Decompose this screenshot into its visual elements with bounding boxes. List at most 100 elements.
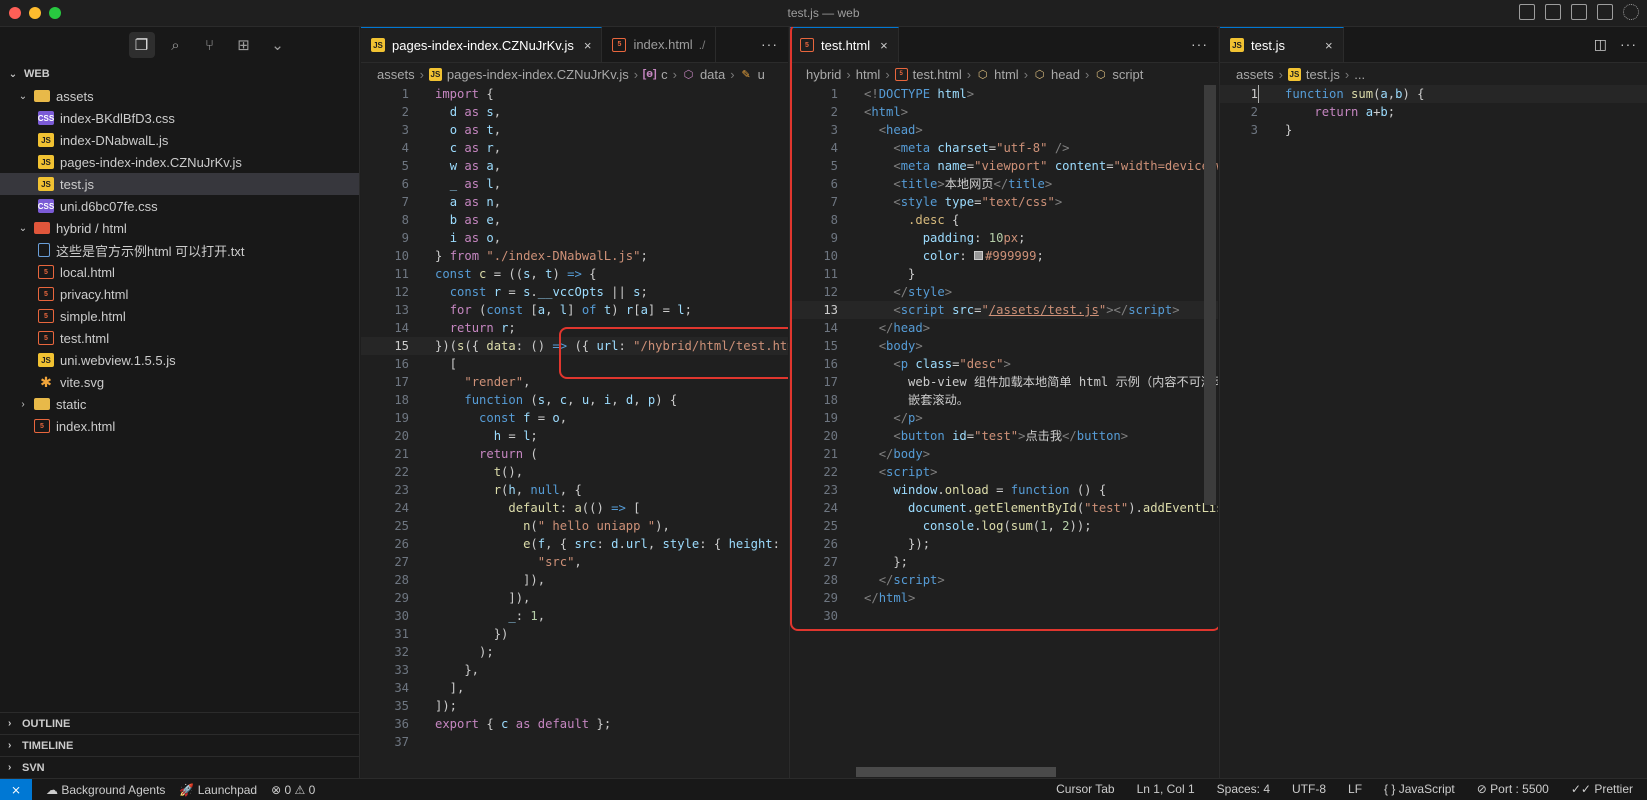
html-file-icon: 5	[800, 38, 814, 52]
source-control-icon[interactable]: ⑂	[197, 32, 223, 58]
code-editor[interactable]: 1 <!DOCTYPE html> 2 <html> 3 <head> 4 <met…	[790, 85, 1218, 625]
breadcrumb-item[interactable]: c	[661, 67, 668, 82]
explorer-root[interactable]: ⌄ WEB	[0, 63, 359, 85]
breadcrumb-item[interactable]: assets	[1236, 67, 1274, 82]
toggle-sidebar-icon[interactable]	[1519, 4, 1535, 20]
breadcrumb-item[interactable]: test.js	[1306, 67, 1340, 82]
tree-item-label: local.html	[60, 264, 115, 280]
timeline-section[interactable]: › TIMELINE	[0, 734, 359, 756]
tree-file[interactable]: CSS index-BKdlBfD3.css	[0, 107, 359, 129]
customize-layout-icon[interactable]	[1597, 4, 1613, 20]
tree-file[interactable]: 5 privacy.html	[0, 283, 359, 305]
html-file-icon: 5	[38, 309, 54, 323]
chevron-right-icon: ›	[21, 398, 25, 410]
tab-index-html[interactable]: 5 index.html ./	[602, 27, 717, 62]
tab-test-js[interactable]: JS test.js ×	[1220, 27, 1344, 62]
minimize-window-button[interactable]	[29, 7, 41, 19]
toggle-panel-icon[interactable]	[1545, 4, 1561, 20]
close-tab-icon[interactable]: ×	[584, 38, 592, 53]
language-mode-item[interactable]: { } JavaScript	[1384, 782, 1455, 796]
tab-label: index.html	[633, 37, 693, 52]
js-file-icon: JS	[1287, 67, 1301, 81]
problems-item[interactable]: ⊗ 0 ⚠ 0	[271, 783, 315, 797]
search-icon[interactable]: ⌕	[163, 32, 189, 58]
html-file-icon: 5	[894, 67, 908, 81]
folder-red-file-icon	[34, 222, 50, 234]
cursor-position-item[interactable]: Ln 1, Col 1	[1137, 782, 1195, 796]
background-agents-item[interactable]: ☁ Background Agents	[46, 783, 165, 797]
close-tab-icon[interactable]: ×	[880, 38, 888, 53]
maximize-window-button[interactable]	[49, 7, 61, 19]
breadcrumb-item[interactable]: script	[1112, 67, 1143, 82]
tree-file[interactable]: 5 simple.html	[0, 305, 359, 327]
breadcrumb-item[interactable]: u	[758, 67, 765, 82]
more-actions-icon[interactable]: ···	[1620, 36, 1637, 53]
remote-indicator-icon[interactable]: ⨯	[0, 778, 32, 800]
vertical-scrollbar[interactable]	[1204, 85, 1216, 505]
close-window-button[interactable]	[9, 7, 21, 19]
breadcrumb-item[interactable]: assets	[377, 67, 415, 82]
svg-file-icon: ✱	[40, 373, 52, 390]
chevron-down-icon[interactable]: ⌄	[265, 32, 291, 58]
tab-label: test.html	[821, 37, 871, 53]
js-file-icon: JS	[428, 67, 442, 81]
port-item[interactable]: ⊘ Port : 5500	[1477, 782, 1549, 796]
more-actions-icon[interactable]: ···	[761, 36, 778, 52]
tree-file[interactable]: JS pages-index-index.CZNuJrKv.js	[0, 151, 359, 173]
tree-file[interactable]: 5 test.html	[0, 327, 359, 349]
breadcrumb: assets › JS test.js › ...	[1236, 66, 1366, 82]
tree-file[interactable]: ✱ vite.svg	[0, 371, 359, 393]
split-editor-icon[interactable]: ◫	[1594, 36, 1608, 53]
tree-file[interactable]: CSS uni.d6bc07fe.css	[0, 195, 359, 217]
section-label: SVN	[22, 761, 45, 774]
toggle-secondary-sidebar-icon[interactable]	[1571, 4, 1587, 20]
html-file-icon: 5	[612, 37, 627, 52]
code-editor[interactable]: 1 function sum(a,b) { 2 return a+b; 3}	[1220, 85, 1647, 139]
indentation-item[interactable]: Spaces: 4	[1217, 782, 1270, 796]
tree-file[interactable]: JS index-DNabwalL.js	[0, 129, 359, 151]
tree-folder[interactable]: ⌄ hybrid / html	[0, 217, 359, 239]
breadcrumb-item[interactable]: pages-index-index.CZNuJrKv.js	[447, 67, 629, 82]
breadcrumb-item[interactable]: data	[700, 67, 725, 82]
prettier-item[interactable]: ✓✓ Prettier	[1571, 782, 1633, 796]
html-file-icon: 5	[38, 287, 54, 301]
tree-file[interactable]: 5 index.html	[0, 415, 359, 437]
tree-folder[interactable]: › static	[0, 393, 359, 415]
tree-file[interactable]: JS test.js	[0, 173, 359, 195]
outline-section[interactable]: › OUTLINE	[0, 712, 359, 734]
editor-group-3: JS test.js × ◫ ··· assets › JS test.js › ..…	[1219, 27, 1647, 778]
tab-bar: 5 test.html × ···	[790, 27, 1218, 63]
tab-test-html[interactable]: 5 test.html ×	[790, 27, 899, 62]
horizontal-scrollbar[interactable]	[856, 767, 1056, 777]
cursor-tab-item[interactable]: Cursor Tab	[1056, 782, 1114, 796]
breadcrumb-item[interactable]: html	[994, 67, 1019, 82]
explorer-files-icon[interactable]: ❐	[128, 32, 155, 58]
variable-symbol-icon: [ɵ]	[642, 68, 657, 80]
tree-file[interactable]: JS uni.webview.1.5.5.js	[0, 349, 359, 371]
settings-gear-icon[interactable]	[1623, 4, 1639, 20]
tree-folder[interactable]: ⌄ assets	[0, 85, 359, 107]
status-right: Cursor Tab Ln 1, Col 1 Spaces: 4 UTF-8 L…	[1056, 782, 1633, 796]
eol-item[interactable]: LF	[1348, 782, 1362, 796]
breadcrumb-item[interactable]: ...	[1354, 67, 1365, 82]
code-editor[interactable]: 1 import { 2 d as s, 3 o as t, 4 c as r, …	[361, 85, 788, 751]
more-actions-icon[interactable]: ···	[1191, 36, 1208, 52]
tab-label: test.js	[1251, 37, 1285, 53]
tree-file[interactable]: 5 local.html	[0, 261, 359, 283]
svn-section[interactable]: › SVN	[0, 756, 359, 778]
breadcrumb-item[interactable]: html	[856, 67, 881, 82]
tab-pages-index[interactable]: JS pages-index-index.CZNuJrKv.js ×	[361, 27, 603, 62]
launchpad-item[interactable]: 🚀 Launchpad	[179, 783, 257, 797]
encoding-item[interactable]: UTF-8	[1292, 782, 1326, 796]
breadcrumb-item[interactable]: test.html	[913, 67, 962, 82]
extensions-icon[interactable]: ⊞	[231, 32, 257, 58]
breadcrumb-item[interactable]: hybrid	[806, 67, 841, 82]
css-file-icon: CSS	[38, 199, 54, 213]
chevron-down-icon: ⌄	[18, 90, 28, 102]
tree-item-label: test.js	[60, 176, 94, 192]
tree-file[interactable]: 这些是官方示例html 可以打开.txt	[0, 239, 359, 261]
close-tab-icon[interactable]: ×	[1325, 38, 1333, 53]
status-label: Background Agents	[61, 782, 166, 797]
breadcrumb-item[interactable]: head	[1051, 67, 1080, 82]
tree-item-label: test.html	[60, 330, 110, 346]
